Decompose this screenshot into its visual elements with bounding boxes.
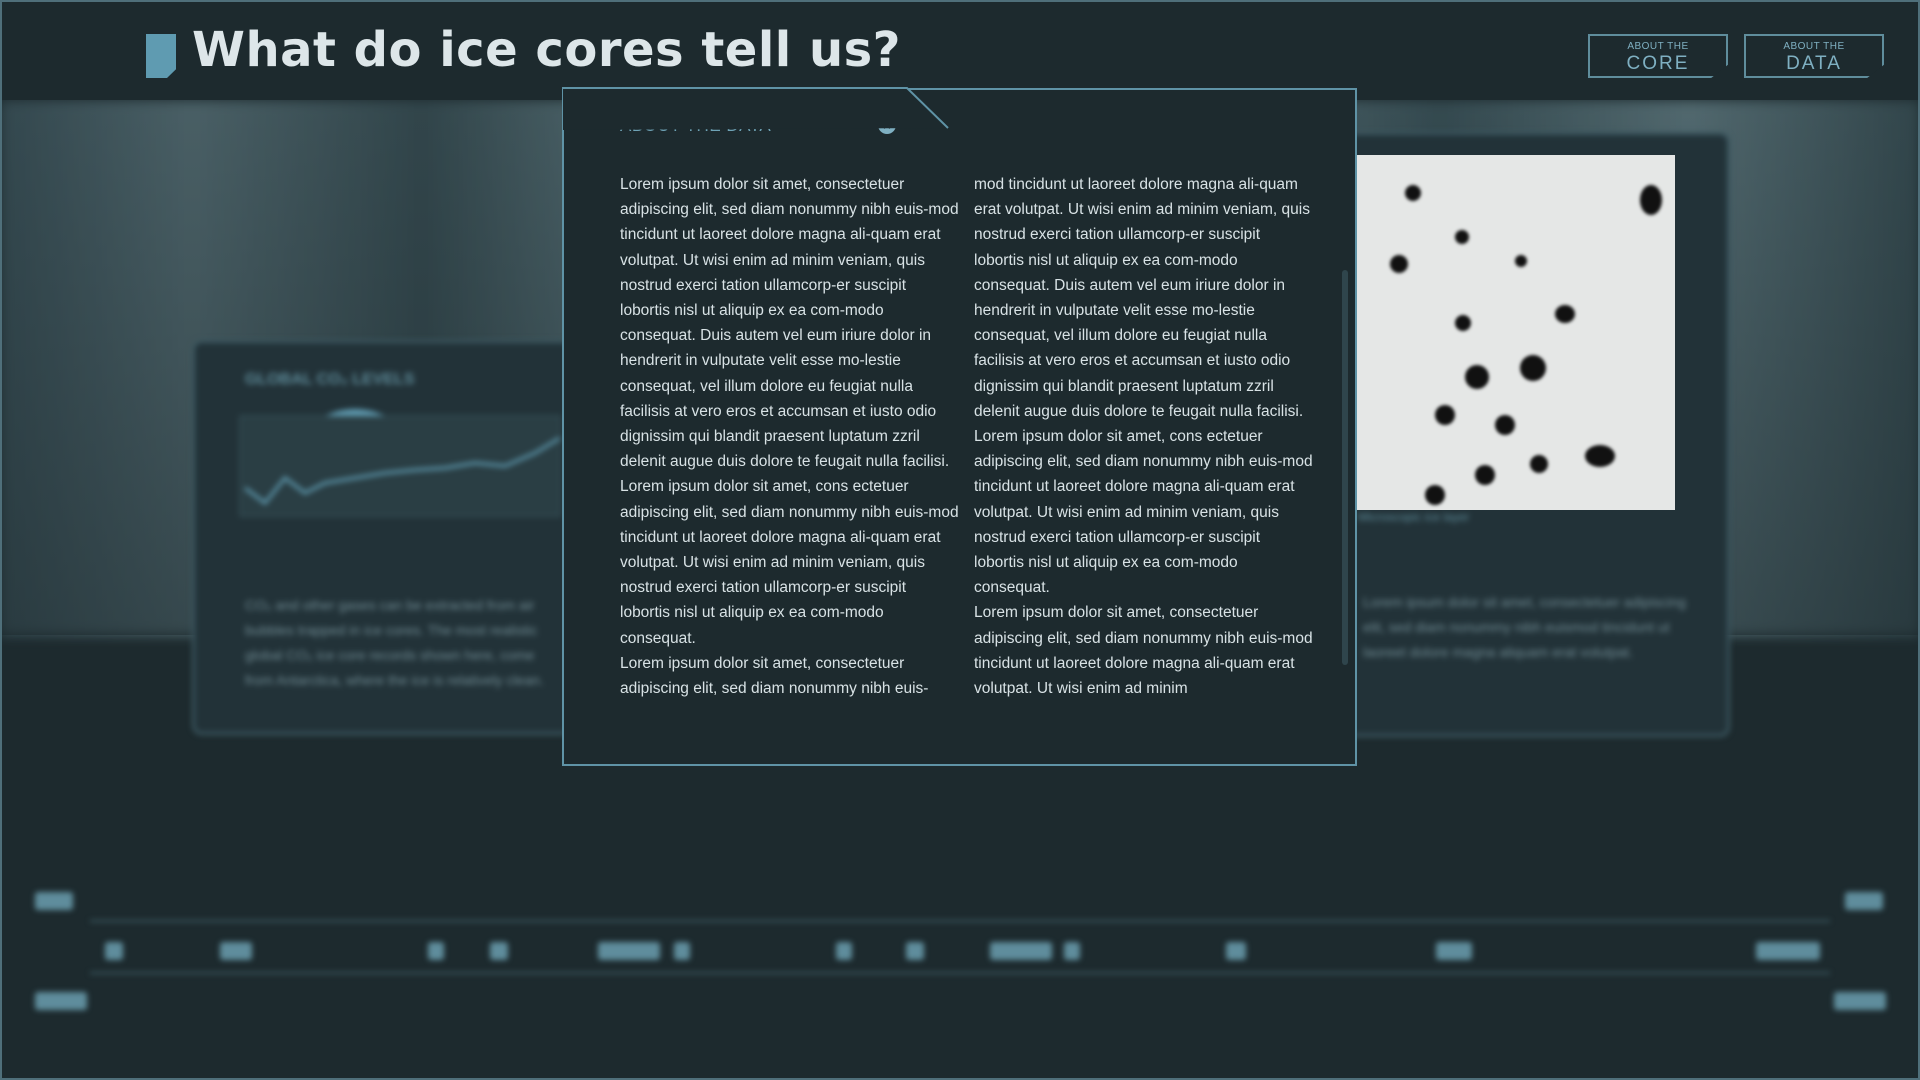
about-data-big-label: DATA xyxy=(1786,53,1842,74)
timeline-nav-left[interactable] xyxy=(35,892,73,910)
modal-text-column-2: mod tincidunt ut laoreet dolore magna al… xyxy=(974,172,1314,701)
timeline-scale-left[interactable] xyxy=(35,992,87,1010)
timeline-marker[interactable] xyxy=(1756,942,1820,960)
core-card-text: Lorem ipsum dolor sit amet, consectetuer… xyxy=(1363,594,1686,660)
timeline-marker[interactable] xyxy=(220,942,252,960)
about-core-small-label: ABOUT THE xyxy=(1627,41,1689,52)
modal-paragraph: Lorem ipsum dolor sit amet, consectetuer… xyxy=(974,604,1313,698)
timeline-scale-right[interactable] xyxy=(1834,992,1886,1010)
timeline-marker[interactable] xyxy=(598,942,660,960)
modal-paragraph: Lorem ipsum dolor sit amet, cons ectetue… xyxy=(974,428,1313,597)
timeline-marker[interactable] xyxy=(674,942,690,960)
about-the-data-modal: ABOUT THE DATA × Lorem ipsum dolor sit a… xyxy=(562,88,1357,766)
modal-scrollbar[interactable] xyxy=(1342,270,1348,665)
timeline xyxy=(0,880,1920,1030)
core-image-caption: Microscopic ice layer xyxy=(1358,510,1470,524)
modal-text-column-1: Lorem ipsum dolor sit amet, consectetuer… xyxy=(620,172,960,701)
timeline-marker[interactable] xyxy=(990,942,1052,960)
co2-card-text: CO₂ and other gases can be extracted fro… xyxy=(245,597,544,688)
co2-chart-card: GLOBAL CO₂ LEVELS CO₂ and other gases ca… xyxy=(192,340,572,735)
ice-core-microscope-image xyxy=(1355,155,1675,510)
close-icon[interactable]: × xyxy=(878,116,896,134)
modal-paragraph: mod tincidunt ut laoreet dolore magna al… xyxy=(974,176,1310,420)
about-data-small-label: ABOUT THE xyxy=(1783,41,1845,52)
timeline-track xyxy=(90,920,1830,922)
page-title: What do ice cores tell us? xyxy=(192,22,902,78)
modal-paragraph: Lorem ipsum dolor sit amet, consectetuer… xyxy=(620,176,959,471)
timeline-nav-right[interactable] xyxy=(1845,892,1883,910)
title-bookmark-icon xyxy=(146,34,176,78)
modal-heading: ABOUT THE DATA xyxy=(620,116,772,135)
header-bar: What do ice cores tell us? ABOUT THE COR… xyxy=(0,0,1920,100)
co2-card-title: GLOBAL CO₂ LEVELS xyxy=(245,371,415,388)
about-the-data-button[interactable]: ABOUT THE DATA xyxy=(1744,34,1884,78)
co2-mini-chart xyxy=(239,409,561,517)
timeline-marker[interactable] xyxy=(105,942,123,960)
timeline-marker[interactable] xyxy=(490,942,508,960)
timeline-track-lower xyxy=(90,972,1830,974)
timeline-marker[interactable] xyxy=(906,942,924,960)
timeline-marker[interactable] xyxy=(1064,942,1080,960)
about-the-core-button[interactable]: ABOUT THE CORE xyxy=(1588,34,1728,78)
timeline-marker[interactable] xyxy=(428,942,444,960)
modal-paragraph: Lorem ipsum dolor sit amet, consectetuer… xyxy=(620,654,929,698)
about-core-big-label: CORE xyxy=(1626,53,1690,74)
timeline-marker[interactable] xyxy=(1436,942,1472,960)
timeline-marker[interactable] xyxy=(1226,942,1246,960)
modal-paragraph: Lorem ipsum dolor sit amet, cons ectetue… xyxy=(620,478,959,647)
timeline-marker[interactable] xyxy=(836,942,852,960)
